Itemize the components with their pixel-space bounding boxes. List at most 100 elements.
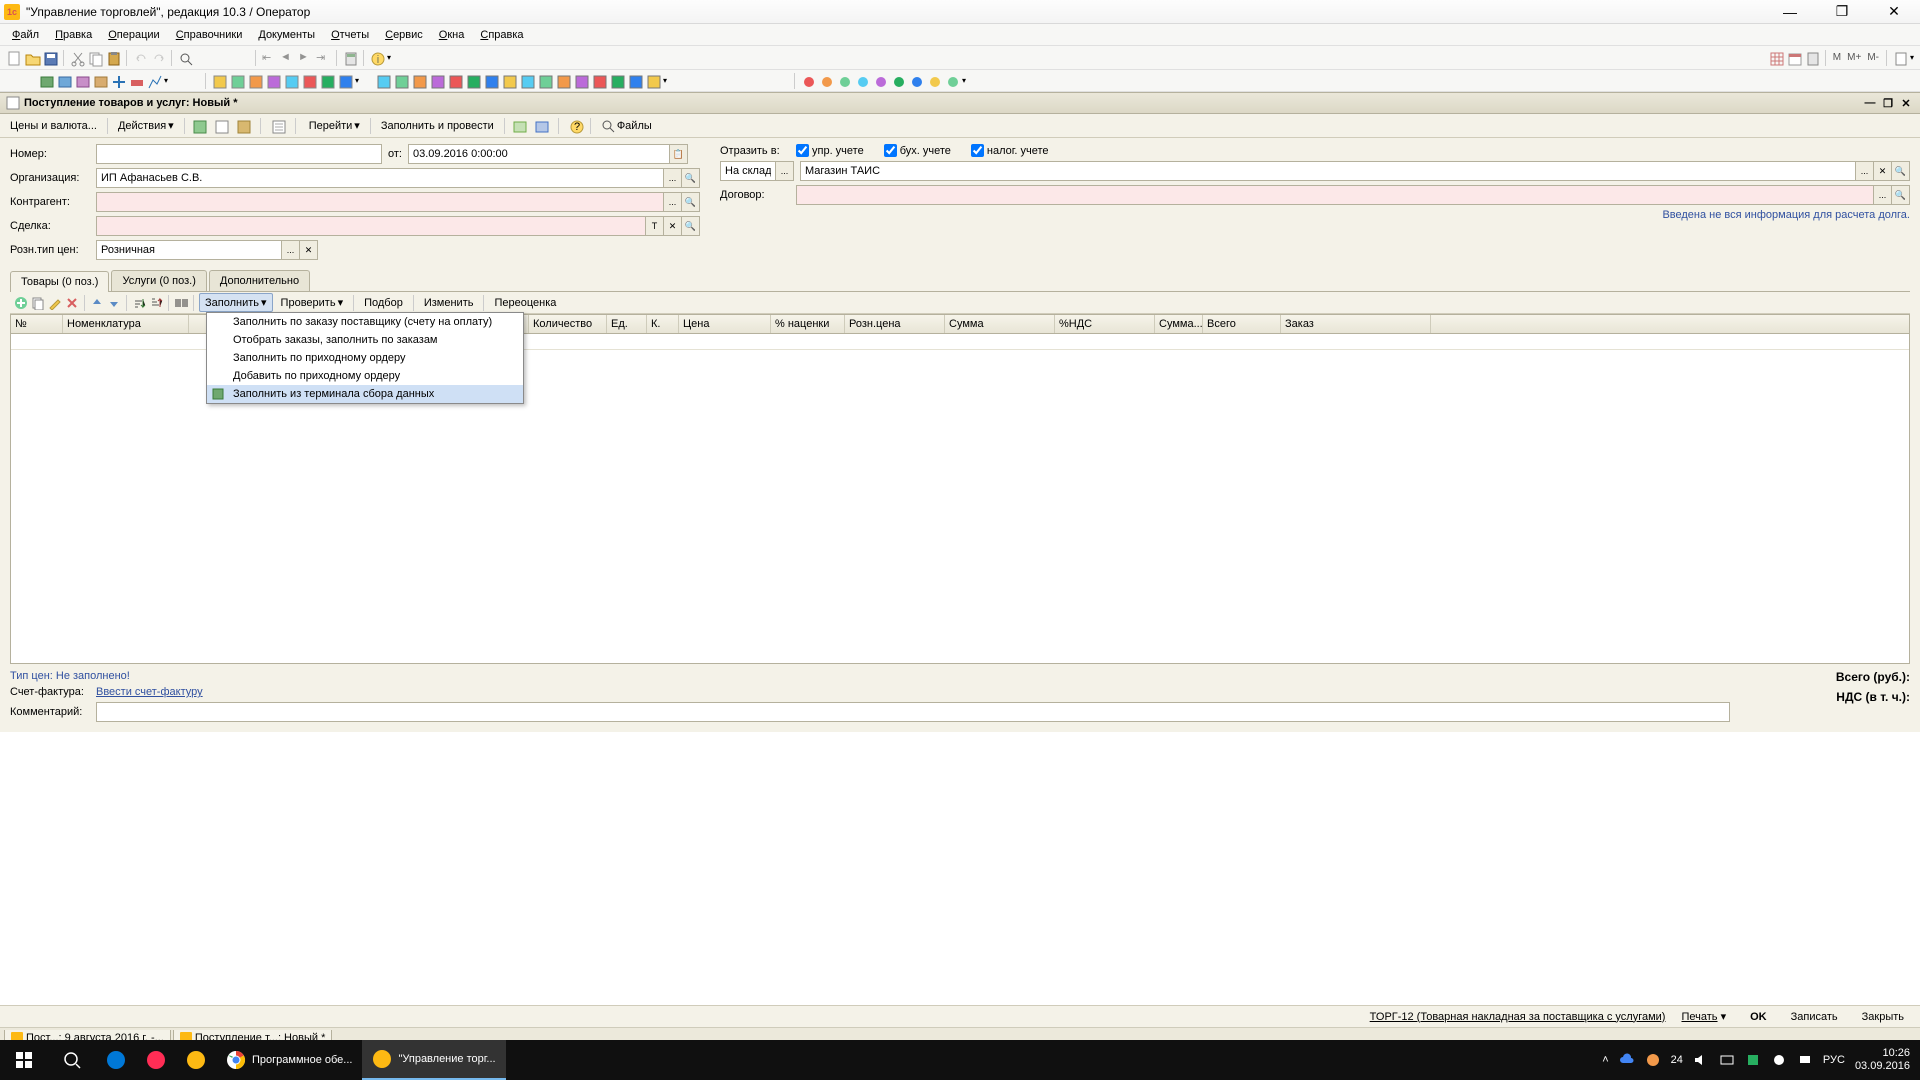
tray-app-icon[interactable] <box>1645 1052 1661 1068</box>
minimize-button[interactable]: — <box>1776 2 1804 22</box>
retail-select-button[interactable]: ... <box>282 240 300 260</box>
col-header-6[interactable]: К. <box>647 315 679 333</box>
contract-search-button[interactable]: 🔍 <box>1892 185 1910 205</box>
counterparty-search-button[interactable]: 🔍 <box>682 192 700 212</box>
edit-row-icon[interactable] <box>48 296 62 310</box>
tb2-right-icon-0[interactable] <box>800 73 816 89</box>
tb2-doc-icon-7[interactable] <box>337 73 353 89</box>
maximize-button[interactable]: ❐ <box>1828 2 1856 22</box>
m-minus-button[interactable]: M- <box>1865 52 1881 63</box>
tb2-action-icon-14[interactable] <box>627 73 643 89</box>
close-button[interactable]: ✕ <box>1880 2 1908 22</box>
warehouse-type-button[interactable]: ... <box>776 161 794 181</box>
number-input[interactable] <box>96 144 382 164</box>
dt-icon-3[interactable] <box>235 118 251 134</box>
tb2-icon-6[interactable] <box>128 73 144 89</box>
taskbar-app-1[interactable] <box>136 1040 176 1080</box>
nav-last-icon[interactable]: ⇥ <box>315 50 331 66</box>
tb2-right-icon-8[interactable] <box>944 73 960 89</box>
calc-icon[interactable] <box>342 50 358 66</box>
dropdown-item-0[interactable]: Заполнить по заказу поставщику (счету на… <box>207 313 523 331</box>
taskbar-app-0[interactable] <box>96 1040 136 1080</box>
col-header-10[interactable]: Сумма <box>945 315 1055 333</box>
select-button[interactable]: Подбор <box>359 295 408 311</box>
nav-prev-icon[interactable]: ◄ <box>279 50 295 66</box>
nav-next-icon[interactable]: ► <box>297 50 313 66</box>
ok-button[interactable]: OK <box>1742 1009 1775 1025</box>
prices-button[interactable]: Цены и валюта... <box>6 118 101 134</box>
menu-8[interactable]: Справка <box>474 27 529 43</box>
open-icon[interactable] <box>24 50 40 66</box>
tb2-action-icon-13[interactable] <box>609 73 625 89</box>
dropdown-item-4[interactable]: Заполнить из терминала сбора данных <box>207 385 523 403</box>
tab-1[interactable]: Услуги (0 поз.) <box>111 270 206 291</box>
calendar-icon[interactable] <box>1786 50 1802 66</box>
tb2-right-icon-3[interactable] <box>854 73 870 89</box>
dt-icon-2[interactable] <box>213 118 229 134</box>
tb2-action-icon-6[interactable] <box>483 73 499 89</box>
dt-icon-5[interactable] <box>511 118 527 134</box>
taskbar-app-3[interactable]: Программное обе... <box>216 1040 362 1080</box>
new-icon[interactable] <box>6 50 22 66</box>
retail-input[interactable] <box>96 240 282 260</box>
menu-3[interactable]: Справочники <box>170 27 249 43</box>
dropdown-item-3[interactable]: Добавить по приходному ордеру <box>207 367 523 385</box>
price-type-link[interactable]: Тип цен: Не заполнено! <box>10 670 1730 682</box>
move-down-icon[interactable] <box>107 296 121 310</box>
col-header-7[interactable]: Цена <box>679 315 771 333</box>
tb2-action-icon-10[interactable] <box>555 73 571 89</box>
tb2-action-icon-3[interactable] <box>429 73 445 89</box>
add-row-icon[interactable] <box>14 296 28 310</box>
menu-7[interactable]: Окна <box>433 27 471 43</box>
tb2-action-icon-4[interactable] <box>447 73 463 89</box>
torg-link[interactable]: ТОРГ-12 (Товарная накладная за поставщик… <box>1370 1011 1666 1023</box>
save-button[interactable]: Записать <box>1783 1009 1846 1025</box>
deal-input[interactable] <box>96 216 646 236</box>
contract-select-button[interactable]: ... <box>1874 185 1892 205</box>
tb2-action-icon-2[interactable] <box>411 73 427 89</box>
actions-button[interactable]: Действия ▾ <box>114 117 178 134</box>
deal-t-button[interactable]: T <box>646 216 664 236</box>
reval-button[interactable]: Переоценка <box>489 295 561 311</box>
fill-post-button[interactable]: Заполнить и провести <box>377 118 498 134</box>
dropdown-item-1[interactable]: Отобрать заказы, заполнить по заказам <box>207 331 523 349</box>
move-up-icon[interactable] <box>90 296 104 310</box>
goto-button[interactable]: Перейти ▾ <box>305 117 364 134</box>
col-header-9[interactable]: Розн.цена <box>845 315 945 333</box>
tab-2[interactable]: Дополнительно <box>209 270 310 291</box>
dt-icon-1[interactable] <box>191 118 207 134</box>
tb2-icon-3[interactable] <box>74 73 90 89</box>
warehouse-select-button[interactable]: ... <box>1856 161 1874 181</box>
m-button[interactable]: M <box>1831 52 1843 63</box>
tb2-icon-4[interactable] <box>92 73 108 89</box>
invoice-link[interactable]: Ввести счет-фактуру <box>96 686 203 698</box>
sort-asc-icon[interactable] <box>132 296 146 310</box>
tb2-action-icon-9[interactable] <box>537 73 553 89</box>
m-plus-button[interactable]: M+ <box>1845 52 1863 63</box>
tb2-action-icon-5[interactable] <box>465 73 481 89</box>
tb2-doc-icon-1[interactable] <box>229 73 245 89</box>
barcode-icon[interactable] <box>174 296 188 310</box>
tb2-action-icon-11[interactable] <box>573 73 589 89</box>
dt-help-icon[interactable]: ? <box>568 118 584 134</box>
tab-0[interactable]: Товары (0 поз.) <box>10 271 109 292</box>
warehouse-clear-button[interactable]: ✕ <box>1874 161 1892 181</box>
tax-checkbox[interactable]: налог. учете <box>971 144 1049 157</box>
taskbar-app-4[interactable]: "Управление торг... <box>362 1040 505 1080</box>
col-header-0[interactable]: № <box>11 315 63 333</box>
print-button[interactable]: Печать ▾ <box>1673 1008 1734 1025</box>
deal-clear-button[interactable]: ✕ <box>664 216 682 236</box>
col-header-13[interactable]: Всего <box>1203 315 1281 333</box>
mgmt-checkbox[interactable]: упр. учете <box>796 144 864 157</box>
debt-info-link[interactable]: Введена не вся информация для расчета до… <box>720 209 1910 221</box>
menu-2[interactable]: Операции <box>102 27 165 43</box>
tb2-icon-1[interactable] <box>38 73 54 89</box>
tb2-doc-icon-2[interactable] <box>247 73 263 89</box>
files-button[interactable]: Файлы <box>597 117 656 135</box>
acc-checkbox[interactable]: бух. учете <box>884 144 951 157</box>
tray-lang[interactable]: РУС <box>1823 1054 1845 1066</box>
counterparty-input[interactable] <box>96 192 664 212</box>
cut-icon[interactable] <box>69 50 85 66</box>
col-header-4[interactable]: Количество <box>529 315 607 333</box>
date-picker-button[interactable]: 📋 <box>670 144 688 164</box>
